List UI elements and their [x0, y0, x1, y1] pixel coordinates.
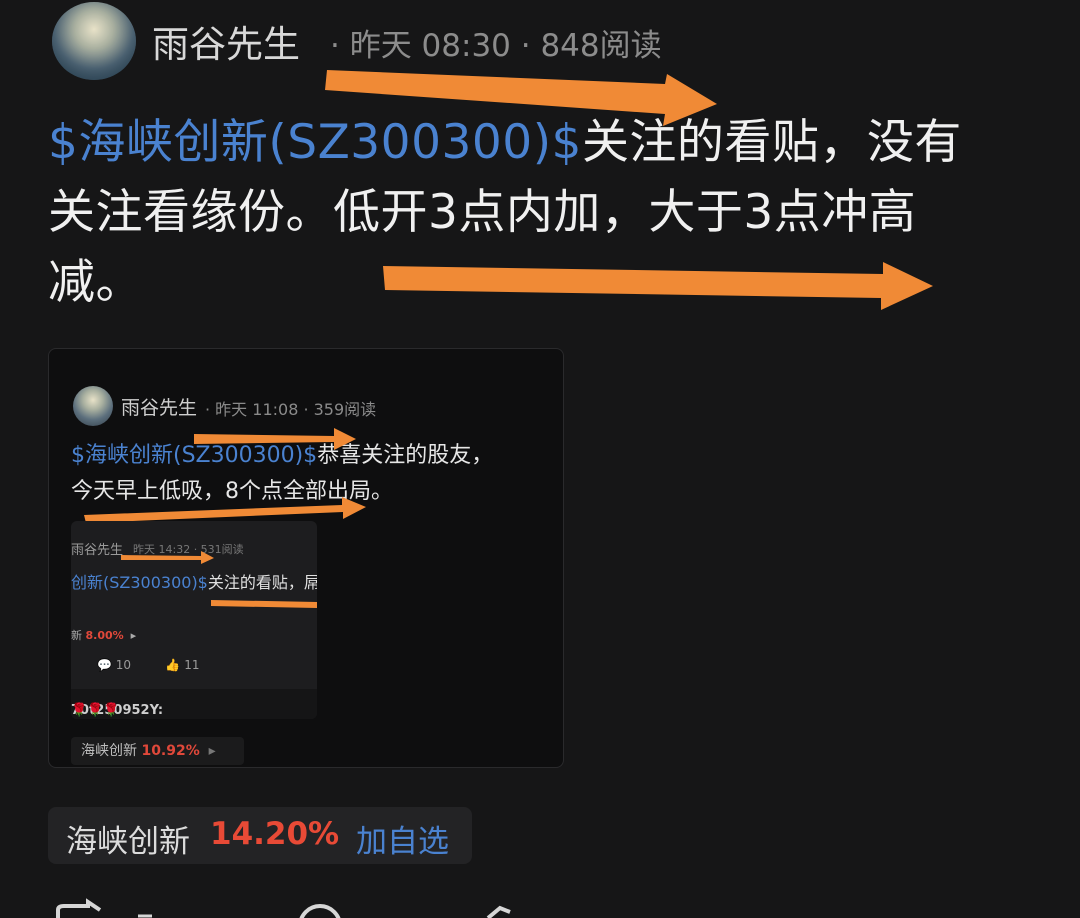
quoted-author-name: 雨谷先生 [121, 397, 198, 419]
rose-icon: 🌹🌹🌹 [71, 703, 120, 718]
chevron-right-icon: ▸ [127, 629, 137, 642]
quoted-post-meta: · 昨天 11:08 · 359阅读 [205, 400, 377, 419]
nested-stock-name: 新 [71, 629, 82, 642]
quoted-stock-chip: 海峡创新 10.92% ▸ [71, 737, 244, 765]
stock-change-pct: 14.20% [210, 816, 340, 852]
post-meta: · 昨天 08:30 · 848阅读 [330, 28, 662, 64]
nested-stock-pct: 8.00% [85, 629, 124, 642]
quoted-stock-pct: 10.92% [141, 743, 200, 759]
nested-actions: 💬 10 👍 11 [97, 658, 199, 672]
nested-arrow-2 [211, 600, 317, 608]
quoted-stock-name: 海峡创新 [81, 743, 137, 759]
nested-like-count: 11 [184, 658, 200, 672]
stock-pill[interactable]: 海峡创新 14.20% 加自选 [48, 807, 472, 864]
annotation-arrow-2 [383, 262, 933, 310]
comment-icon [299, 904, 341, 918]
nested-author-name: 雨谷先生 [71, 543, 124, 558]
author-name[interactable]: 雨谷先生 [152, 14, 300, 68]
nested-post-image: 雨谷先生 昨天 14:32 · 531阅读 创新(SZ300300)$关注的看贴… [71, 521, 317, 719]
nested-comment-row: 70t250952Y: 🌹🌹🌹 [71, 689, 317, 719]
thumbs-up-icon: 👍 [165, 658, 181, 672]
nested-stock-tag: 创新(SZ300300)$ [71, 573, 208, 592]
quoted-author-avatar [73, 386, 113, 426]
nested-text: 关注的看贴，屌 [207, 573, 317, 592]
stock-name[interactable]: 海峡创新 [66, 816, 190, 861]
annotation-arrow-1 [325, 70, 717, 126]
share-icon [56, 898, 102, 918]
author-avatar[interactable] [52, 2, 136, 80]
quoted-arrow-1 [194, 428, 356, 450]
chevron-right-icon: ▸ [204, 743, 216, 759]
bottom-action-bar [56, 898, 511, 918]
nested-stock-chip: 新 8.00% ▸ [71, 627, 136, 643]
add-watchlist-button[interactable]: 加自选 [356, 816, 449, 861]
comment-icon: 💬 [97, 658, 112, 672]
nested-post-text: 创新(SZ300300)$关注的看贴，屌 [71, 569, 317, 593]
nested-comment-count: 10 [115, 658, 132, 672]
nested-arrow-1 [121, 551, 214, 564]
quoted-post-image[interactable]: 雨谷先生 · 昨天 11:08 · 359阅读 $海峡创新(SZ300300)$… [48, 348, 564, 768]
